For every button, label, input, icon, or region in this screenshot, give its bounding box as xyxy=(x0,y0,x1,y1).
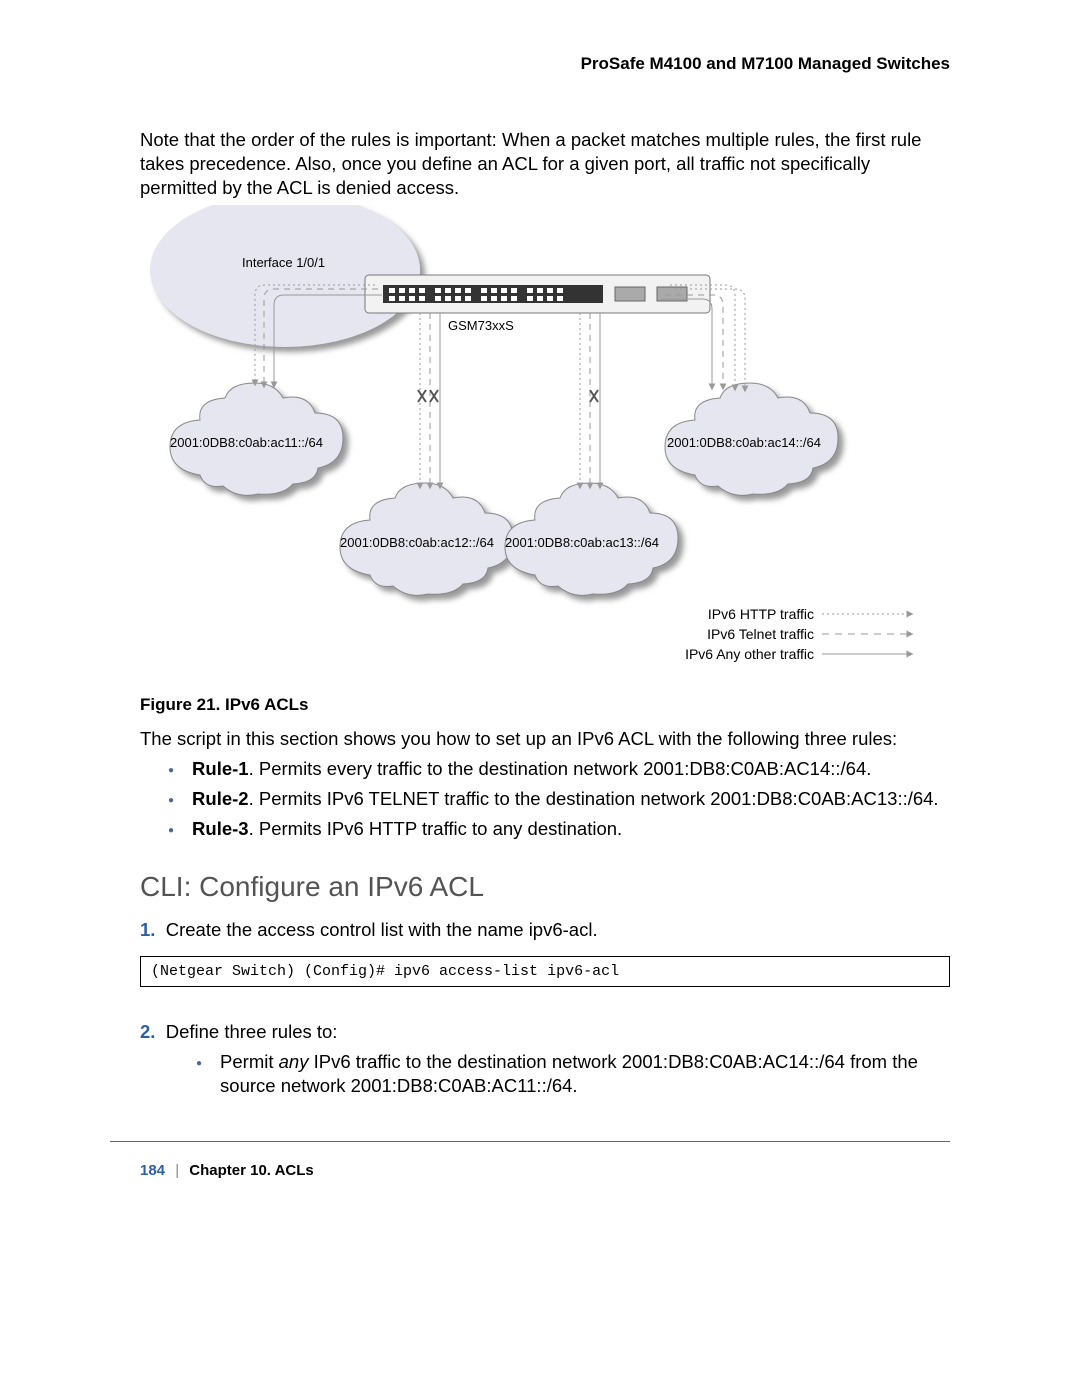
doc-header: ProSafe M4100 and M7100 Managed Switches xyxy=(581,54,950,74)
label-cloud3: 2001:0DB8:c0ab:ac13::/64 xyxy=(505,535,659,550)
page: ProSafe M4100 and M7100 Managed Switches… xyxy=(0,0,1080,1397)
label-cloud1: 2001:0DB8:c0ab:ac11::/64 xyxy=(170,435,323,450)
chapter-label: Chapter 10. ACLs xyxy=(189,1162,313,1179)
heading-cli: CLI: Configure an IPv6 ACL xyxy=(140,871,484,903)
step-2: 2. Define three rules to: ● Permit any I… xyxy=(140,1020,950,1098)
legend-other: IPv6 Any other traffic xyxy=(685,646,814,662)
footer-rule xyxy=(110,1141,950,1142)
diagram-ipv6-acls: Interface 1/0/1 GSM73xxS 2001:0DB8:c0ab:… xyxy=(140,205,950,680)
label-cloud2: 2001:0DB8:c0ab:ac12::/64 xyxy=(340,535,494,550)
label-device: GSM73xxS xyxy=(448,318,514,333)
rule-3: ●Rule-3. Permits IPv6 HTTP traffic to an… xyxy=(168,817,950,841)
diagram-legend: IPv6 HTTP traffic IPv6 Telnet traffic IP… xyxy=(685,602,920,666)
rule-list: ●Rule-1. Permits every traffic to the de… xyxy=(168,757,950,847)
code-block: (Netgear Switch) (Config)# ipv6 access-l… xyxy=(140,956,950,987)
figure-caption: Figure 21. IPv6 ACLs xyxy=(140,694,950,716)
legend-http: IPv6 HTTP traffic xyxy=(708,606,814,622)
step-2-sub-a: ● Permit any IPv6 traffic to the destina… xyxy=(196,1050,950,1098)
label-interface: Interface 1/0/1 xyxy=(242,255,325,270)
step-1: 1. Create the access control list with t… xyxy=(140,918,950,942)
page-number: 184 xyxy=(140,1162,165,1179)
footer: 184 | Chapter 10. ACLs xyxy=(140,1162,314,1179)
paragraph-intro: Note that the order of the rules is impo… xyxy=(140,128,950,200)
rule-2: ●Rule-2. Permits IPv6 TELNET traffic to … xyxy=(168,787,950,811)
legend-telnet: IPv6 Telnet traffic xyxy=(707,626,814,642)
rule-1: ●Rule-1. Permits every traffic to the de… xyxy=(168,757,950,781)
label-cloud4: 2001:0DB8:c0ab:ac14::/64 xyxy=(667,435,821,450)
paragraph-script-intro: The script in this section shows you how… xyxy=(140,727,950,751)
